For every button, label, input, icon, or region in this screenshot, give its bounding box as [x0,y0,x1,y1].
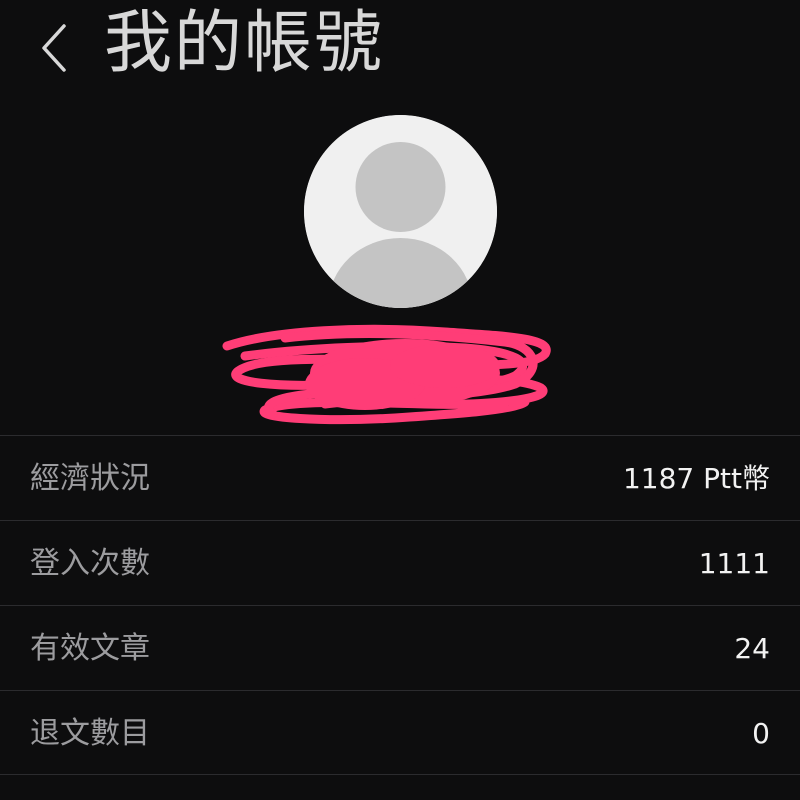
stat-row-logins: 登入次數 1111 [0,520,800,605]
page-title: 我的帳號 [104,4,385,83]
scribble-redaction [222,324,551,425]
stat-value: 1111 [698,547,770,580]
stat-label: 登入次數 [30,546,150,581]
stat-label: 退文數目 [30,716,150,751]
stat-row-valid-posts: 有效文章 24 [0,605,800,690]
stat-value: 0 [752,717,770,750]
stat-value: 1187 Ptt幣 [622,462,770,495]
account-stats-list: 經濟狀況 1187 Ptt幣 登入次數 1111 有效文章 24 退文數目 0 [0,435,800,775]
back-button[interactable] [30,14,80,74]
avatar [304,115,497,308]
stat-row-rejected-posts: 退文數目 0 [0,690,800,775]
stat-row-economy: 經濟狀況 1187 Ptt幣 [0,435,800,520]
account-page: 我的帳號 經濟狀況 1187 Ptt幣 登入次數 1111 有效文章 24 退文… [0,0,800,800]
chevron-left-icon [42,24,66,72]
stat-value: 24 [734,632,770,665]
stat-label: 經濟狀況 [30,461,150,496]
stat-label: 有效文章 [30,631,150,666]
redacted-username [215,318,560,433]
default-user-icon [304,115,497,308]
